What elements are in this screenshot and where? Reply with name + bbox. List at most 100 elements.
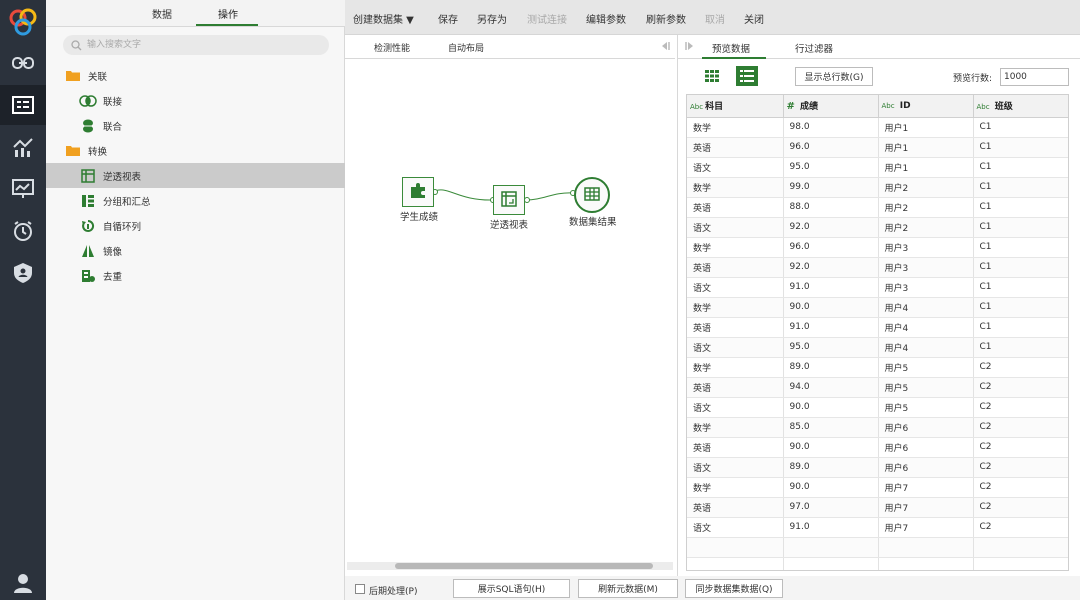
table-cell[interactable] [687, 557, 784, 570]
table-cell[interactable]: 用户4 [878, 337, 974, 358]
table-cell[interactable]: 语文 [687, 397, 784, 418]
table-cell[interactable]: 95.0 [783, 157, 879, 178]
tree-item-self-loop[interactable]: 自循环列 [79, 213, 141, 238]
table-cell[interactable]: C1 [973, 217, 1068, 238]
table-cell[interactable]: 语文 [687, 457, 784, 478]
column-header[interactable]: Abc ID [878, 95, 974, 118]
dataset-icon[interactable] [0, 85, 46, 125]
table-cell[interactable]: C1 [973, 197, 1068, 218]
table-cell[interactable]: 91.0 [783, 317, 879, 338]
table-cell[interactable]: 数学 [687, 357, 784, 378]
table-row[interactable]: 英语 94.0 用户5 C2 [687, 377, 1068, 398]
table-cell[interactable]: 用户7 [878, 477, 974, 498]
table-cell[interactable]: C2 [973, 417, 1068, 438]
table-cell[interactable]: 92.0 [783, 217, 879, 238]
table-row[interactable]: 语文 89.0 用户6 C2 [687, 457, 1068, 478]
canvas-hscrollbar[interactable] [347, 562, 673, 570]
table-cell[interactable]: 96.0 [783, 237, 879, 258]
table-cell[interactable]: 用户2 [878, 217, 974, 238]
create-dataset-dropdown[interactable]: 创建数据集 ▼ [353, 11, 414, 26]
table-cell[interactable]: 英语 [687, 437, 784, 458]
dashboard-icon[interactable] [0, 169, 46, 209]
close-button[interactable]: 关闭 [744, 11, 764, 26]
table-cell[interactable]: C1 [973, 157, 1068, 178]
save-as-button[interactable]: 另存为 [477, 11, 507, 26]
table-cell[interactable]: 英语 [687, 197, 784, 218]
table-cell[interactable] [878, 557, 974, 570]
table-cell[interactable]: 英语 [687, 137, 784, 158]
table-cell[interactable]: 用户2 [878, 197, 974, 218]
table-cell[interactable]: 英语 [687, 377, 784, 398]
table-cell[interactable]: 用户2 [878, 177, 974, 198]
table-cell[interactable] [973, 557, 1068, 570]
table-row[interactable]: 数学 89.0 用户5 C2 [687, 357, 1068, 378]
table-cell[interactable]: C2 [973, 477, 1068, 498]
table-row[interactable]: 英语 88.0 用户2 C1 [687, 197, 1068, 218]
tab-data[interactable]: 数据 [152, 6, 172, 21]
table-cell[interactable]: 语文 [687, 337, 784, 358]
shield-icon[interactable] [0, 253, 46, 293]
table-cell[interactable]: 89.0 [783, 357, 879, 378]
flow-canvas[interactable]: 学生成绩 逆透视表 数据集结果 [347, 59, 673, 568]
table-cell[interactable]: 语文 [687, 217, 784, 238]
table-row[interactable]: 数学 90.0 用户4 C1 [687, 297, 1068, 318]
test-connection-button[interactable]: 测试连接 [527, 11, 567, 26]
table-cell[interactable]: C1 [973, 137, 1068, 158]
user-icon[interactable] [0, 566, 46, 600]
table-row[interactable]: 语文 95.0 用户4 C1 [687, 337, 1068, 358]
column-header[interactable]: Abc 科目 [687, 95, 784, 118]
table-cell[interactable]: C2 [973, 377, 1068, 398]
table-cell[interactable]: 91.0 [783, 517, 879, 538]
table-cell[interactable]: 用户5 [878, 377, 974, 398]
table-cell[interactable] [687, 537, 784, 558]
table-cell[interactable]: 数学 [687, 237, 784, 258]
table-cell[interactable]: C2 [973, 397, 1068, 418]
table-cell[interactable]: 90.0 [783, 397, 879, 418]
table-cell[interactable]: C2 [973, 357, 1068, 378]
grid-view-icon[interactable] [705, 70, 719, 85]
table-cell[interactable]: 90.0 [783, 477, 879, 498]
auto-layout-button[interactable]: 自动布局 [448, 41, 484, 54]
table-cell[interactable]: 99.0 [783, 177, 879, 198]
table-row[interactable]: 数学 99.0 用户2 C1 [687, 177, 1068, 198]
table-row[interactable]: 英语 90.0 用户6 C2 [687, 437, 1068, 458]
table-cell[interactable]: 数学 [687, 297, 784, 318]
tab-preview-data[interactable]: 预览数据 [712, 41, 750, 55]
table-row[interactable]: 英语 97.0 用户7 C2 [687, 497, 1068, 518]
table-cell[interactable]: 92.0 [783, 257, 879, 278]
table-row[interactable]: 英语 91.0 用户4 C1 [687, 317, 1068, 338]
node-unpivot[interactable] [493, 185, 525, 215]
table-cell[interactable]: C2 [973, 497, 1068, 518]
tree-item-group[interactable]: 分组和汇总 [79, 188, 151, 213]
table-cell[interactable]: 用户5 [878, 357, 974, 378]
tree-item-union[interactable]: 联合 [79, 113, 122, 138]
node-source-student-scores[interactable] [402, 177, 434, 207]
table-cell[interactable]: C1 [973, 257, 1068, 278]
scrollbar-thumb[interactable] [395, 563, 653, 569]
table-row[interactable]: 英语 92.0 用户3 C1 [687, 257, 1068, 278]
table-cell[interactable]: C1 [973, 177, 1068, 198]
search-input[interactable]: 输入搜索文字 [63, 35, 329, 55]
table-cell[interactable]: 数学 [687, 417, 784, 438]
table-cell[interactable]: 语文 [687, 517, 784, 538]
check-performance-button[interactable]: 检测性能 [374, 41, 410, 54]
cancel-button[interactable]: 取消 [705, 11, 725, 26]
table-row[interactable]: 数学 90.0 用户7 C2 [687, 477, 1068, 498]
table-cell[interactable]: C1 [973, 277, 1068, 298]
refresh-metadata-button[interactable]: 刷新元数据(M) [578, 579, 678, 598]
table-cell[interactable]: 95.0 [783, 337, 879, 358]
tree-item-unpivot[interactable]: 逆透视表 [79, 163, 141, 188]
table-cell[interactable] [973, 537, 1068, 558]
table-cell[interactable]: 用户7 [878, 517, 974, 538]
table-cell[interactable]: C1 [973, 297, 1068, 318]
table-cell[interactable] [878, 537, 974, 558]
table-cell[interactable]: 用户1 [878, 157, 974, 178]
table-cell[interactable]: C1 [973, 317, 1068, 338]
table-row[interactable]: 语文 92.0 用户2 C1 [687, 217, 1068, 238]
table-cell[interactable]: 94.0 [783, 377, 879, 398]
table-cell[interactable]: 96.0 [783, 137, 879, 158]
save-button[interactable]: 保存 [438, 11, 458, 26]
show-sql-button[interactable]: 展示SQL语句(H) [453, 579, 570, 598]
column-header[interactable]: # 成绩 [783, 95, 879, 118]
tree-item-join[interactable]: 联接 [79, 88, 122, 113]
